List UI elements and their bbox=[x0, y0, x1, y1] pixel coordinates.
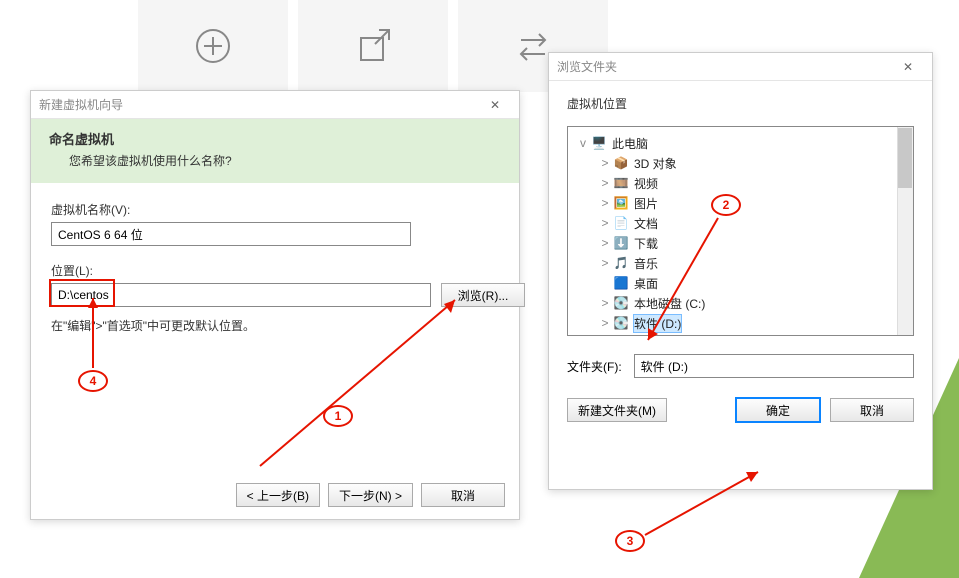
desk-icon: 🟦 bbox=[612, 275, 630, 291]
back-button[interactable]: < 上一步(B) bbox=[236, 483, 320, 507]
wizard-header-title: 命名虚拟机 bbox=[49, 129, 501, 148]
folder-tree[interactable]: v🖥️此电脑>📦3D 对象>🎞️视频>🖼️图片>📄文档>⬇️下载>🎵音乐🟦桌面>… bbox=[567, 126, 914, 336]
chevron-icon[interactable]: v bbox=[576, 136, 590, 150]
tree-item-label: 本地磁盘 (C:) bbox=[634, 295, 705, 312]
drive-icon: 💽 bbox=[612, 295, 630, 311]
chevron-icon[interactable]: > bbox=[598, 196, 612, 210]
close-icon[interactable]: ✕ bbox=[892, 55, 924, 79]
drive-icon: 💽 bbox=[612, 315, 630, 331]
docs-icon: 📄 bbox=[612, 215, 630, 231]
tree-item-label: 桌面 bbox=[634, 275, 658, 292]
annotation-box-4 bbox=[49, 279, 115, 307]
wizard-cancel-button[interactable]: 取消 bbox=[421, 483, 505, 507]
tree-item[interactable]: >🎵音乐 bbox=[568, 253, 913, 273]
music-icon: 🎵 bbox=[612, 255, 630, 271]
chevron-icon[interactable]: > bbox=[598, 176, 612, 190]
annotation-circle-4: 4 bbox=[78, 370, 108, 392]
wizard-header-subtitle: 您希望该虚拟机使用什么名称? bbox=[69, 152, 501, 169]
tree-item[interactable]: >🎞️视频 bbox=[568, 173, 913, 193]
location-hint: 在"编辑">"首选项"中可更改默认位置。 bbox=[51, 317, 499, 334]
tree-item-label: 下载 bbox=[634, 235, 658, 252]
tree-item-label: 本地磁盘 (E:) bbox=[634, 335, 705, 337]
close-icon[interactable]: ✕ bbox=[479, 93, 511, 117]
chevron-icon[interactable]: > bbox=[598, 316, 612, 330]
tree-item[interactable]: >📄文档 bbox=[568, 213, 913, 233]
annotation-circle-3: 3 bbox=[615, 530, 645, 552]
vm-location-label: 位置(L): bbox=[51, 262, 499, 279]
plus-circle-icon bbox=[193, 26, 233, 66]
next-button[interactable]: 下一步(N) > bbox=[328, 483, 413, 507]
browse-folder-dialog: 浏览文件夹 ✕ 虚拟机位置 v🖥️此电脑>📦3D 对象>🎞️视频>🖼️图片>📄文… bbox=[548, 52, 933, 490]
chevron-icon[interactable]: > bbox=[598, 296, 612, 310]
wizard-title: 新建虚拟机向导 bbox=[39, 96, 479, 113]
video-icon: 🎞️ bbox=[612, 175, 630, 191]
tree-item[interactable]: 🟦桌面 bbox=[568, 273, 913, 293]
tree-item[interactable]: >💽软件 (D:) bbox=[568, 313, 913, 333]
tree-item-label: 3D 对象 bbox=[634, 155, 677, 172]
tree-item[interactable]: >📦3D 对象 bbox=[568, 153, 913, 173]
wizard-header: 命名虚拟机 您希望该虚拟机使用什么名称? bbox=[31, 119, 519, 183]
ok-button[interactable]: 确定 bbox=[736, 398, 820, 422]
vm-name-input[interactable] bbox=[51, 222, 411, 246]
tree-item-label: 文档 bbox=[634, 215, 658, 232]
tree-item[interactable]: >💽本地磁盘 (C:) bbox=[568, 293, 913, 313]
folder-field-input[interactable] bbox=[634, 354, 914, 378]
tree-item-label: 音乐 bbox=[634, 255, 658, 272]
pics-icon: 🖼️ bbox=[612, 195, 630, 211]
new-folder-button[interactable]: 新建文件夹(M) bbox=[567, 398, 667, 422]
down-icon: ⬇️ bbox=[612, 235, 630, 251]
chevron-icon[interactable]: > bbox=[598, 156, 612, 170]
tree-scrollbar[interactable] bbox=[897, 127, 913, 335]
folder-field-label: 文件夹(F): bbox=[567, 358, 622, 375]
chevron-icon[interactable]: > bbox=[598, 256, 612, 270]
new-vm-wizard-dialog: 新建虚拟机向导 ✕ 命名虚拟机 您希望该虚拟机使用什么名称? 虚拟机名称(V):… bbox=[30, 90, 520, 520]
tree-item-label: 此电脑 bbox=[612, 135, 648, 152]
chevron-icon[interactable]: > bbox=[598, 216, 612, 230]
toolbar-open-button[interactable] bbox=[298, 0, 448, 92]
main-toolbar bbox=[138, 0, 608, 92]
toolbar-add-button[interactable] bbox=[138, 0, 288, 92]
tree-item[interactable]: >💽本地磁盘 (E:) bbox=[568, 333, 913, 336]
tree-item-label: 图片 bbox=[634, 195, 658, 212]
browse-label: 虚拟机位置 bbox=[567, 95, 914, 112]
tree-item[interactable]: >⬇️下载 bbox=[568, 233, 913, 253]
tree-item-label: 软件 (D:) bbox=[634, 315, 681, 332]
chevron-icon[interactable]: > bbox=[598, 236, 612, 250]
wizard-titlebar[interactable]: 新建虚拟机向导 ✕ bbox=[31, 91, 519, 119]
3d-icon: 📦 bbox=[612, 155, 630, 171]
browse-title: 浏览文件夹 bbox=[557, 58, 892, 75]
drive-icon: 💽 bbox=[612, 335, 630, 336]
tree-item-label: 视频 bbox=[634, 175, 658, 192]
browse-button[interactable]: 浏览(R)... bbox=[441, 283, 525, 307]
wizard-footer: < 上一步(B) 下一步(N) > 取消 bbox=[236, 483, 505, 507]
pc-icon: 🖥️ bbox=[590, 135, 608, 151]
browse-titlebar[interactable]: 浏览文件夹 ✕ bbox=[549, 53, 932, 81]
annotation-circle-1: 1 bbox=[323, 405, 353, 427]
tree-item[interactable]: v🖥️此电脑 bbox=[568, 133, 913, 153]
browse-cancel-button[interactable]: 取消 bbox=[830, 398, 914, 422]
transfer-icon bbox=[513, 26, 553, 66]
vm-name-label: 虚拟机名称(V): bbox=[51, 201, 499, 218]
external-link-icon bbox=[353, 26, 393, 66]
annotation-circle-2: 2 bbox=[711, 194, 741, 216]
